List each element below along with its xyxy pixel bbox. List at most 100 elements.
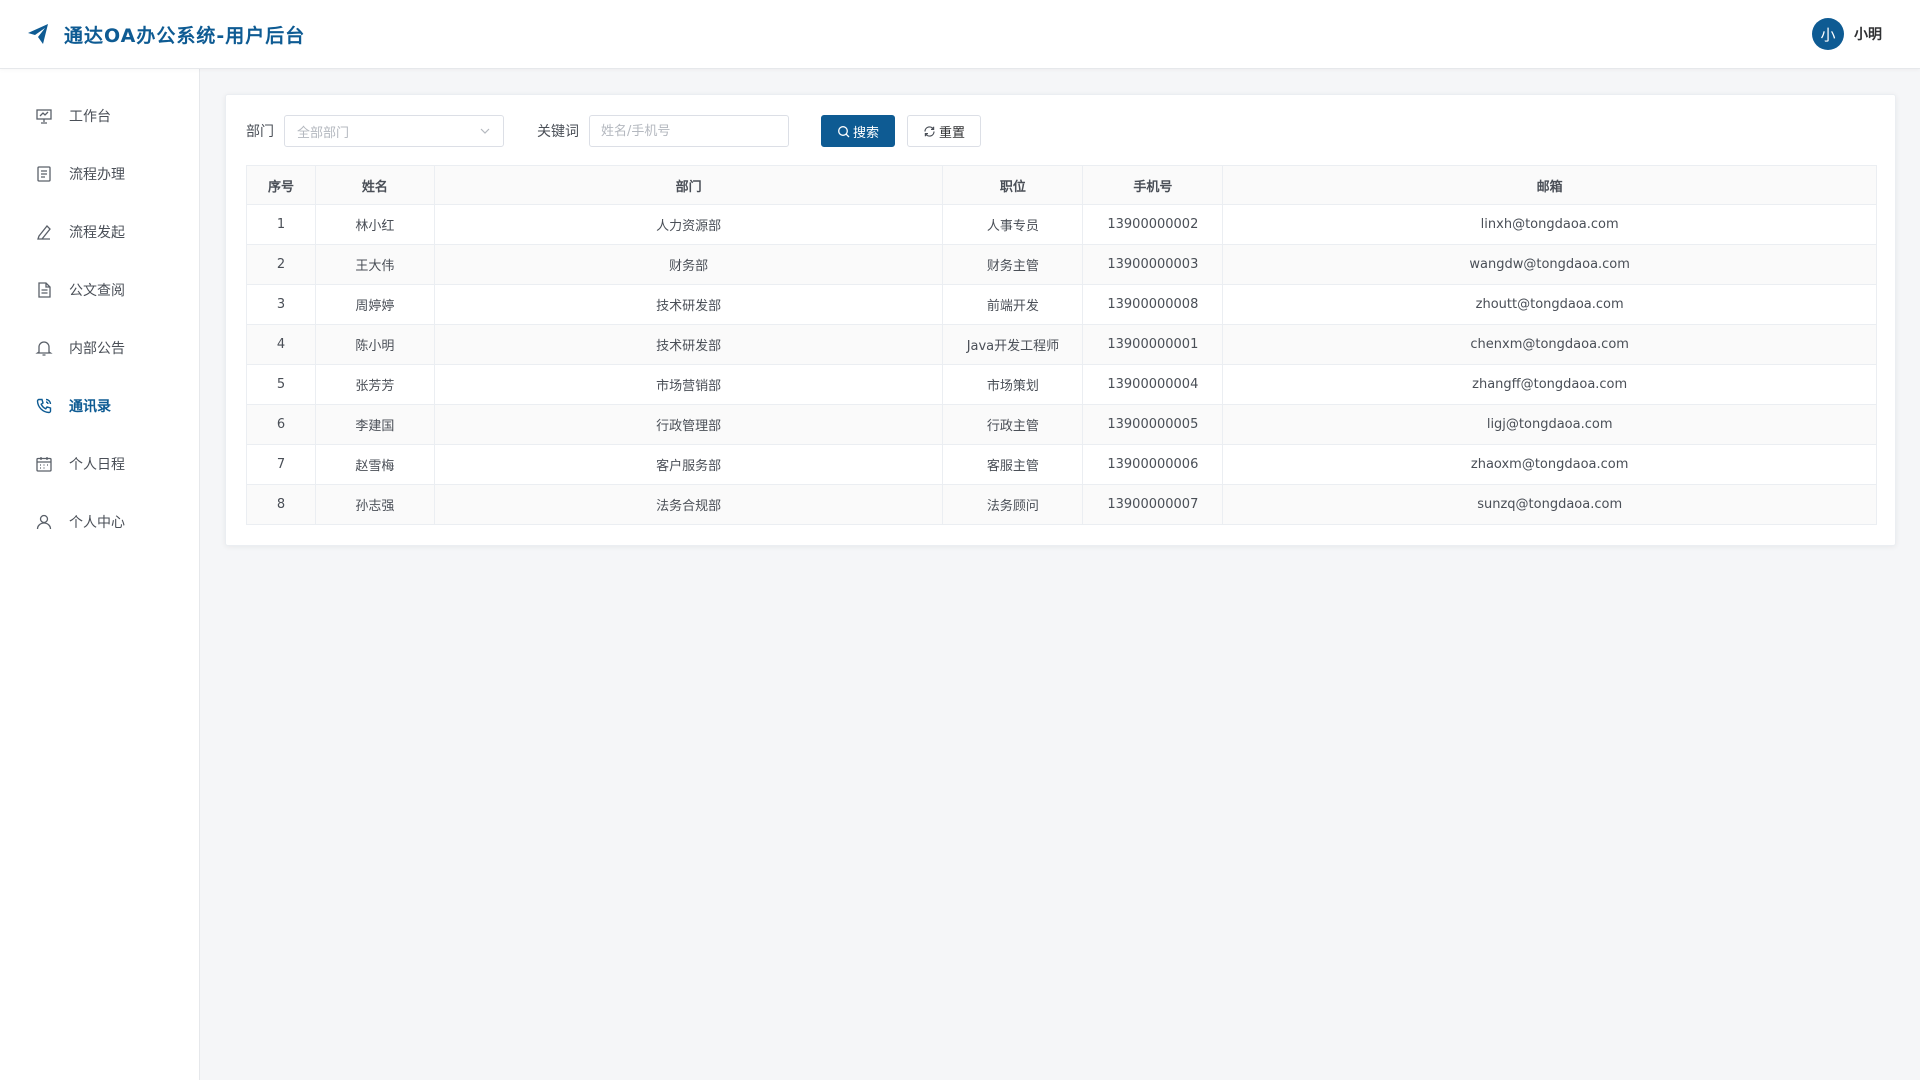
calendar-icon <box>35 455 53 473</box>
table-cell: 技术研发部 <box>433 324 944 365</box>
table-row: 8 孙志强 法务合规部 法务顾问 13900000007 sunzq@tongd… <box>246 484 1877 525</box>
table-cell: 13900000003 <box>1082 244 1224 285</box>
keyword-label: 关键词 <box>537 124 579 140</box>
sidebar-item-schedule[interactable]: 个人日程 <box>0 435 199 493</box>
table-cell: 13900000004 <box>1082 364 1224 405</box>
table-row: 5 张芳芳 市场营销部 市场策划 13900000004 zhangff@ton… <box>246 364 1877 405</box>
table-cell: wangdw@tongdaoa.com <box>1222 244 1877 285</box>
table-cell: linxh@tongdaoa.com <box>1222 204 1877 245</box>
table-cell: 林小红 <box>314 204 435 245</box>
table-cell: 13900000001 <box>1082 324 1224 365</box>
column-header: 姓名 <box>314 165 435 205</box>
user-icon <box>35 513 53 531</box>
table-cell: 13900000005 <box>1082 404 1224 445</box>
brand[interactable]: 通达OA办公系统-用户后台 <box>26 21 305 48</box>
sidebar-item-documents[interactable]: 公文查阅 <box>0 261 199 319</box>
paper-plane-icon <box>26 22 50 46</box>
table-cell: sunzq@tongdaoa.com <box>1222 484 1877 525</box>
table-cell: 前端开发 <box>942 284 1084 325</box>
dept-label: 部门 <box>246 124 274 140</box>
column-header: 序号 <box>246 165 316 205</box>
sidebar-item-label: 内部公告 <box>69 341 125 357</box>
user-menu[interactable]: 小 小明 <box>1812 18 1882 50</box>
sidebar-item-process-handle[interactable]: 流程办理 <box>0 145 199 203</box>
table-cell: zhangff@tongdaoa.com <box>1222 364 1877 405</box>
contacts-table: 序号 姓名 部门 职位 手机号 邮箱 1 林小红 人力资源部 人事专员 1390… <box>246 165 1877 525</box>
avatar[interactable]: 小 <box>1812 18 1844 50</box>
table-cell: 市场营销部 <box>433 364 944 405</box>
table-cell: 13900000002 <box>1082 204 1224 245</box>
keyword-input[interactable] <box>589 115 789 147</box>
table-cell: 13900000007 <box>1082 484 1224 525</box>
filter-toolbar: 部门 全部部门 关键词 搜索 重置 <box>246 115 1875 147</box>
sidebar-item-announcements[interactable]: 内部公告 <box>0 319 199 377</box>
table-cell: 4 <box>246 324 316 365</box>
column-header: 手机号 <box>1082 165 1224 205</box>
table-cell: 13900000008 <box>1082 284 1224 325</box>
table-cell: zhaoxm@tongdaoa.com <box>1222 444 1877 485</box>
chevron-down-icon <box>479 125 491 137</box>
table-cell: Java开发工程师 <box>942 324 1084 365</box>
search-button[interactable]: 搜索 <box>821 115 895 147</box>
sidebar-item-label: 公文查阅 <box>69 283 125 299</box>
table-row: 2 王大伟 财务部 财务主管 13900000003 wangdw@tongda… <box>246 244 1877 285</box>
reset-button[interactable]: 重置 <box>907 115 981 147</box>
presentation-icon <box>35 107 53 125</box>
table-cell: 陈小明 <box>314 324 435 365</box>
table-cell: 客服主管 <box>942 444 1084 485</box>
sidebar: 工作台 流程办理 流程发起 公文查阅 内部公告 通讯录 个人日程 个人中心 <box>0 69 200 1080</box>
table-cell: 5 <box>246 364 316 405</box>
sidebar-item-profile[interactable]: 个人中心 <box>0 493 199 551</box>
table-cell: 李建国 <box>314 404 435 445</box>
refresh-icon <box>923 125 939 138</box>
sidebar-item-process-start[interactable]: 流程发起 <box>0 203 199 261</box>
username: 小明 <box>1854 27 1882 43</box>
table-row: 6 李建国 行政管理部 行政主管 13900000005 ligj@tongda… <box>246 404 1877 445</box>
top-header: 通达OA办公系统-用户后台 小 小明 <box>0 0 1920 69</box>
table-cell: 1 <box>246 204 316 245</box>
table-cell: 市场策划 <box>942 364 1084 405</box>
table-cell: 6 <box>246 404 316 445</box>
table-cell: 法务顾问 <box>942 484 1084 525</box>
column-header: 职位 <box>942 165 1084 205</box>
dept-select-value: 全部部门 <box>297 125 350 141</box>
sidebar-item-label: 流程发起 <box>69 225 125 241</box>
sidebar-item-workbench[interactable]: 工作台 <box>0 87 199 145</box>
table-cell: 3 <box>246 284 316 325</box>
sidebar-item-label: 通讯录 <box>69 399 111 415</box>
table-cell: 财务主管 <box>942 244 1084 285</box>
dept-select[interactable]: 全部部门 <box>284 115 504 147</box>
table-row: 7 赵雪梅 客户服务部 客服主管 13900000006 zhaoxm@tong… <box>246 444 1877 485</box>
table-cell: 赵雪梅 <box>314 444 435 485</box>
table-cell: 人事专员 <box>942 204 1084 245</box>
table-cell: 技术研发部 <box>433 284 944 325</box>
sidebar-item-label: 个人中心 <box>69 515 125 531</box>
sidebar-item-label: 个人日程 <box>69 457 125 473</box>
main-content: 部门 全部部门 关键词 搜索 重置 <box>200 69 1920 1080</box>
table-cell: ligj@tongdaoa.com <box>1222 404 1877 445</box>
sidebar-item-label: 工作台 <box>69 109 111 125</box>
pen-icon <box>35 223 53 241</box>
table-cell: 2 <box>246 244 316 285</box>
column-header: 邮箱 <box>1222 165 1877 205</box>
table-cell: 行政主管 <box>942 404 1084 445</box>
table-cell: 行政管理部 <box>433 404 944 445</box>
table-cell: chenxm@tongdaoa.com <box>1222 324 1877 365</box>
reset-button-label: 重置 <box>938 125 965 141</box>
phone-icon <box>35 397 53 415</box>
table-cell: 法务合规部 <box>433 484 944 525</box>
document-list-icon <box>35 165 53 183</box>
bell-icon <box>35 339 53 357</box>
column-header: 部门 <box>433 165 944 205</box>
table-header-row: 序号 姓名 部门 职位 手机号 邮箱 <box>246 165 1877 205</box>
sidebar-item-label: 流程办理 <box>69 167 125 183</box>
table-cell: 8 <box>246 484 316 525</box>
table-row: 4 陈小明 技术研发部 Java开发工程师 13900000001 chenxm… <box>246 324 1877 365</box>
search-icon <box>837 125 853 138</box>
search-button-label: 搜索 <box>852 125 879 141</box>
table-cell: 王大伟 <box>314 244 435 285</box>
table-cell: 周婷婷 <box>314 284 435 325</box>
table-cell: 客户服务部 <box>433 444 944 485</box>
table-cell: 财务部 <box>433 244 944 285</box>
sidebar-item-contacts[interactable]: 通讯录 <box>0 377 199 435</box>
